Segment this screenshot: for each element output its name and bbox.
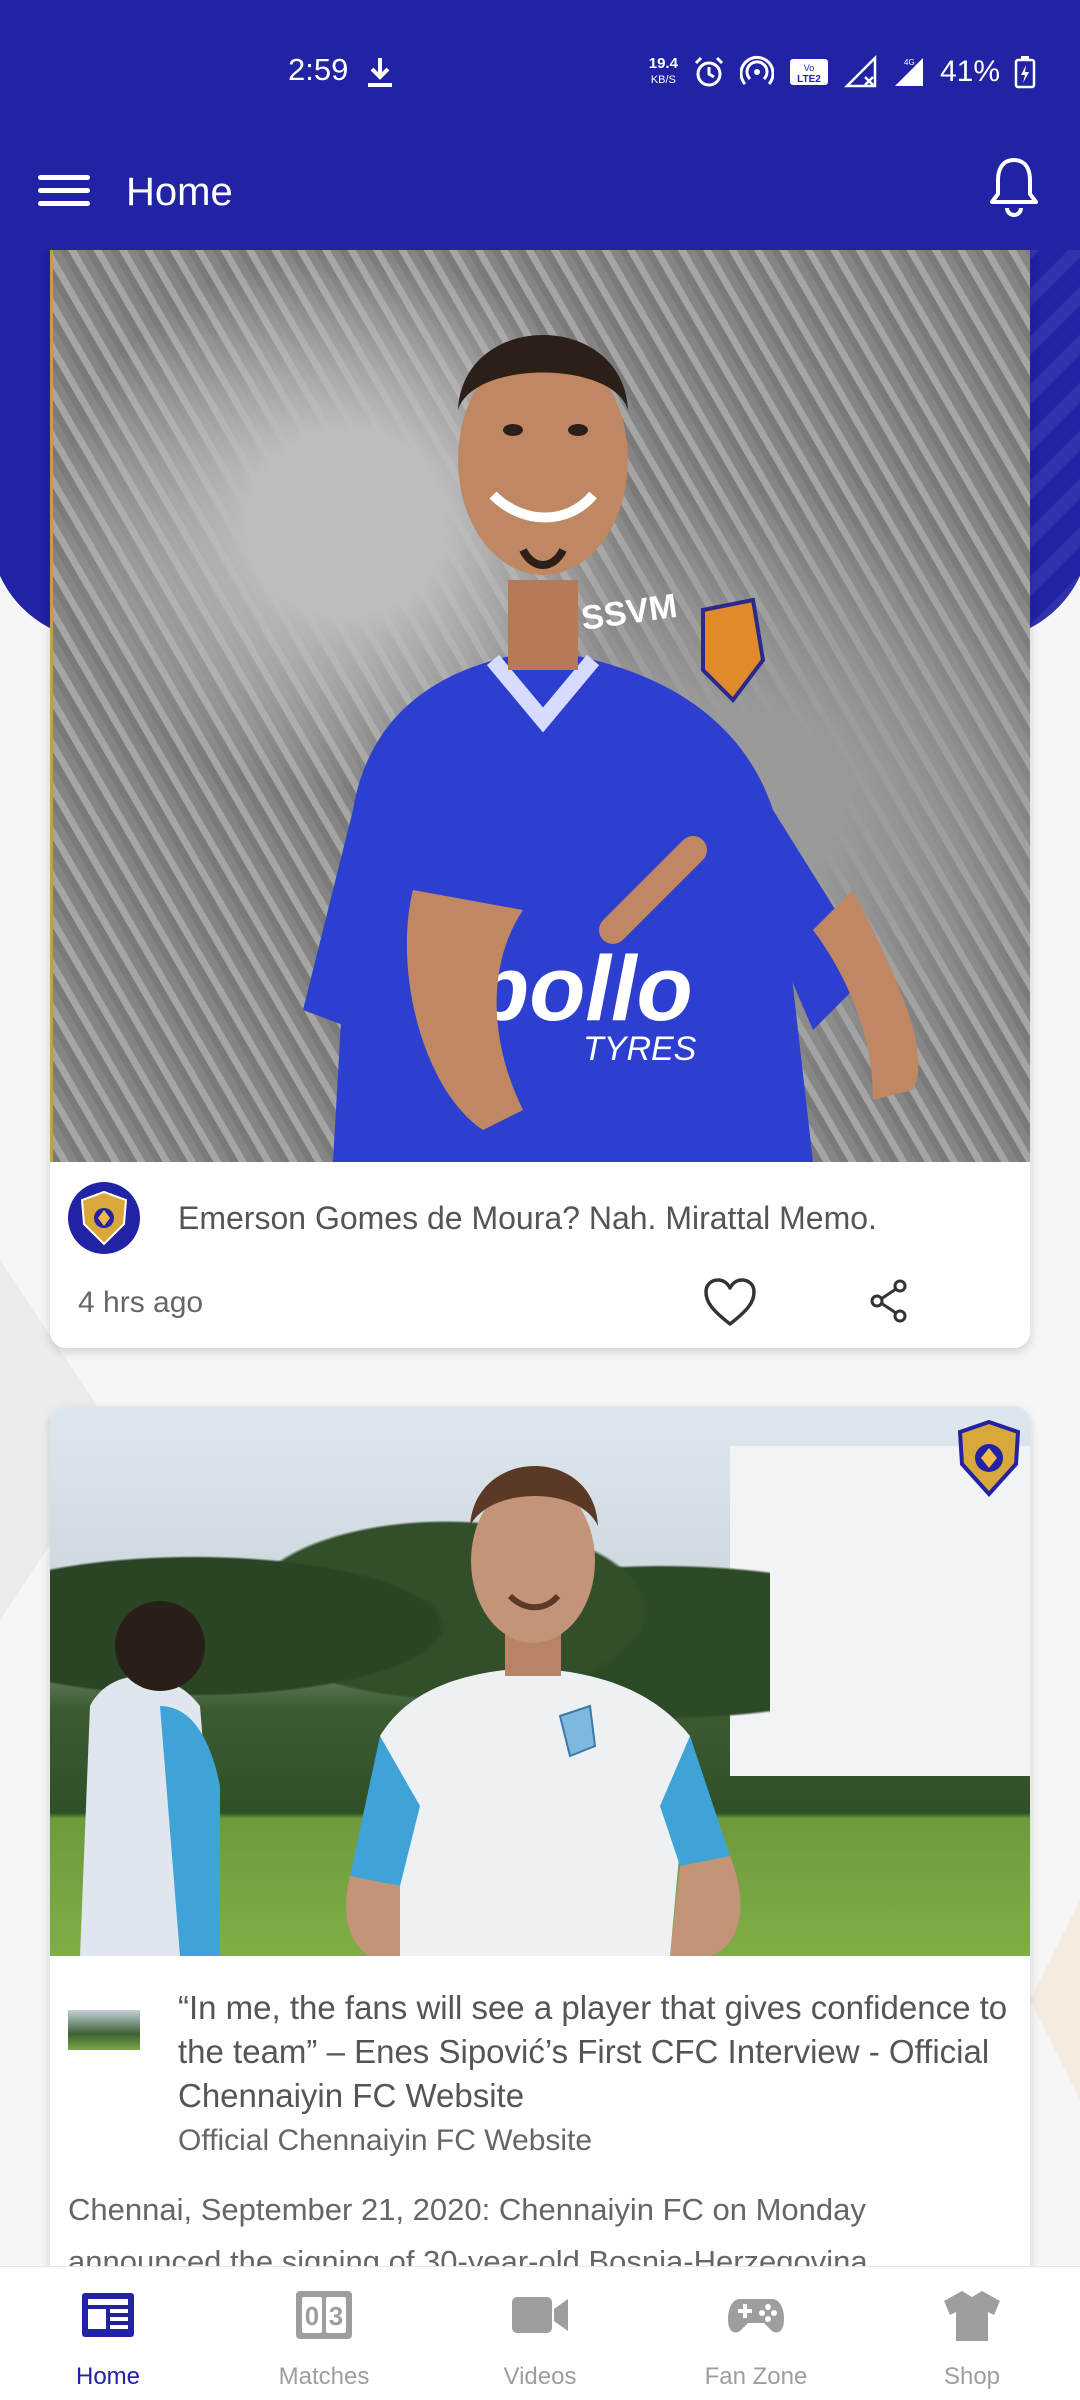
app-bar: Home — [0, 140, 1080, 250]
nav-item-matches[interactable]: 0 3 Matches — [216, 2267, 432, 2400]
svg-text:SSVM: SSVM — [579, 587, 680, 638]
svg-text:pollo: pollo — [470, 938, 693, 1040]
player-photo-illustration: pollo TYRES SSVM — [303, 335, 919, 1162]
news-card-title[interactable]: Emerson Gomes de Moura? Nah. Mirattal Me… — [178, 1198, 877, 1238]
status-bar: 2:59 19.4 KB/S Vo LTE2 4G 41% — [0, 0, 1080, 140]
news-source-thumbnail — [68, 2010, 140, 2050]
download-icon — [368, 58, 392, 87]
club-crest-watermark-icon — [957, 1419, 1021, 1497]
notification-bell-icon[interactable] — [984, 154, 1044, 218]
hotspot-icon — [739, 55, 774, 85]
signal-4g-icon: 4G — [894, 58, 923, 86]
alarm-icon — [694, 56, 724, 87]
nav-label-fan-zone: Fan Zone — [704, 2363, 808, 2390]
status-time: 2:59 — [288, 52, 349, 87]
club-logo-icon — [68, 1182, 140, 1254]
like-heart-icon[interactable] — [702, 1276, 758, 1328]
svg-text:0: 0 — [305, 2301, 319, 2331]
hamburger-menu-icon[interactable] — [38, 168, 90, 218]
volte-icon: Vo LTE2 — [789, 59, 828, 85]
gamepad-icon — [728, 2299, 784, 2333]
news-card[interactable]: pollo TYRES SSVM Emerson Gomes de Moura?… — [50, 250, 1030, 1348]
video-camera-icon — [512, 2297, 568, 2333]
battery-charging-icon — [1014, 56, 1036, 89]
network-speed-unit: KB/S — [650, 74, 676, 86]
svg-text:3: 3 — [329, 2301, 343, 2331]
signal-no-service-icon — [843, 55, 877, 88]
news-feed[interactable]: pollo TYRES SSVM Emerson Gomes de Moura?… — [0, 250, 1080, 2266]
news-card-excerpt: Chennai, September 21, 2020: Chennaiyin … — [68, 2192, 868, 2266]
nav-label-videos: Videos — [503, 2363, 577, 2390]
nav-item-shop[interactable]: Shop — [864, 2267, 1080, 2400]
svg-text:TYRES: TYRES — [583, 1030, 697, 1068]
svg-text:Vo: Vo — [804, 63, 815, 73]
status-icons: 19.4 KB/S Vo LTE2 4G 41% — [649, 52, 1036, 92]
player-photo-illustration — [80, 1466, 741, 1956]
news-card-source: Official Chennaiyin FC Website — [178, 2124, 593, 2157]
tshirt-icon — [944, 2291, 1000, 2341]
nav-label-home: Home — [75, 2363, 141, 2390]
nav-label-matches: Matches — [278, 2363, 370, 2390]
bottom-navigation: Home 0 3 Matches Videos Fan Zone Shop — [0, 2266, 1080, 2400]
nav-item-fan-zone[interactable]: Fan Zone — [648, 2267, 864, 2400]
nav-item-home[interactable]: Home — [0, 2267, 216, 2400]
news-card[interactable]: “In me, the fans will see a player that … — [50, 1406, 1030, 2266]
news-card-title[interactable]: “In me, the fans will see a player that … — [178, 1986, 1008, 2118]
nav-label-shop: Shop — [943, 2363, 1001, 2390]
network-speed-value: 19.4 — [648, 55, 678, 72]
page-title: Home — [126, 170, 233, 214]
svg-text:4G: 4G — [904, 58, 915, 67]
svg-text:LTE2: LTE2 — [797, 74, 821, 85]
scoreboard-icon: 0 3 — [296, 2291, 352, 2339]
network-speed: 19.4 KB/S — [649, 56, 678, 88]
news-card-time: 4 hrs ago — [78, 1286, 204, 1319]
share-icon[interactable] — [868, 1278, 910, 1324]
news-card-image[interactable] — [50, 1406, 1030, 1956]
newspaper-icon — [82, 2293, 134, 2337]
nav-item-videos[interactable]: Videos — [432, 2267, 648, 2400]
news-card-image[interactable]: pollo TYRES SSVM — [50, 250, 1030, 1162]
battery-percentage: 41% — [939, 55, 1000, 88]
